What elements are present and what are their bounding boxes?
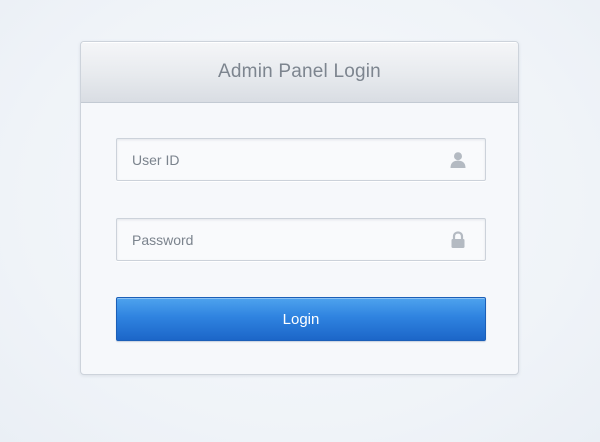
login-panel: Admin Panel Login Login bbox=[80, 41, 519, 375]
password-field[interactable] bbox=[116, 218, 486, 261]
user-id-field[interactable] bbox=[116, 138, 486, 181]
panel-header: Admin Panel Login bbox=[81, 42, 518, 103]
password-input[interactable] bbox=[117, 219, 448, 260]
lock-icon bbox=[448, 230, 468, 250]
panel-title: Admin Panel Login bbox=[218, 61, 381, 82]
login-button[interactable]: Login bbox=[116, 297, 486, 341]
user-icon bbox=[448, 150, 468, 170]
user-id-input[interactable] bbox=[117, 139, 448, 180]
